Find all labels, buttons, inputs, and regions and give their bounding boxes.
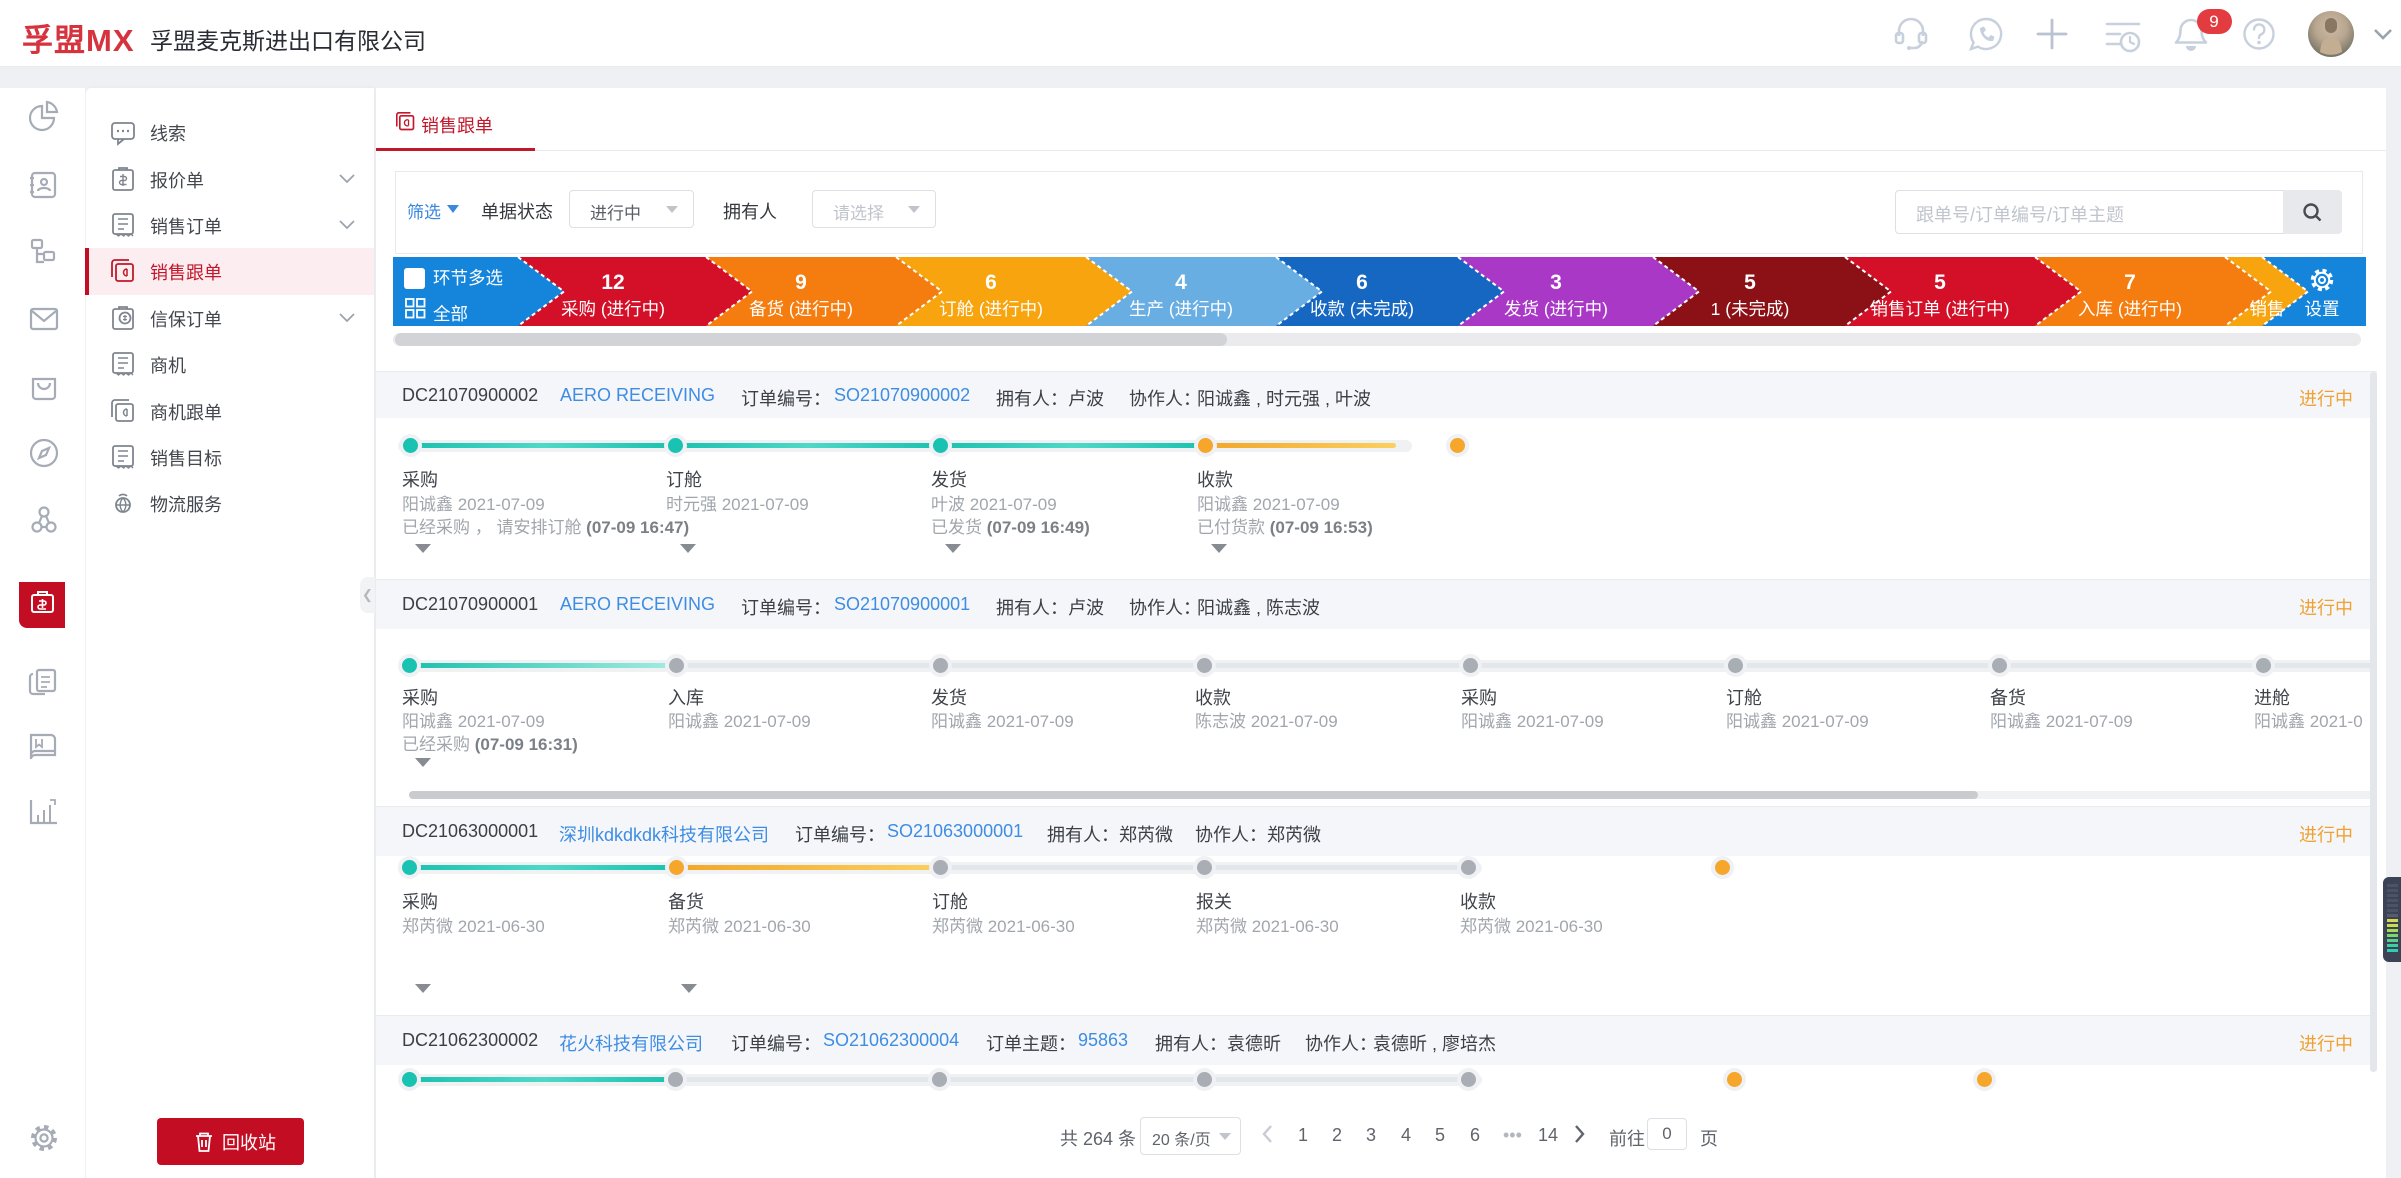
svg-text:收款 (未完成): 收款 (未完成) bbox=[1310, 299, 1414, 319]
svg-text:入库 (进行中): 入库 (进行中) bbox=[2078, 299, 2182, 319]
svg-text:订舱 (进行中): 订舱 (进行中) bbox=[939, 299, 1043, 319]
svg-text:3: 3 bbox=[1550, 271, 1562, 294]
svg-text:生产 (进行中): 生产 (进行中) bbox=[1129, 299, 1233, 319]
svg-text:7: 7 bbox=[2124, 271, 2136, 294]
svg-text:全部: 全部 bbox=[433, 304, 468, 324]
svg-text:备货 (进行中): 备货 (进行中) bbox=[749, 299, 853, 319]
svg-text:4: 4 bbox=[1175, 271, 1187, 294]
svg-text:6: 6 bbox=[985, 271, 997, 294]
svg-text:1 (未完成): 1 (未完成) bbox=[1711, 299, 1790, 319]
svg-text:9: 9 bbox=[2209, 12, 2218, 31]
svg-text:12: 12 bbox=[601, 271, 624, 294]
svg-text:5: 5 bbox=[1934, 271, 1946, 294]
svg-text:采购 (进行中): 采购 (进行中) bbox=[561, 299, 665, 319]
svg-text:5: 5 bbox=[1744, 271, 1756, 294]
svg-text:环节多选: 环节多选 bbox=[433, 268, 503, 288]
svg-text:设置: 设置 bbox=[2305, 299, 2340, 319]
svg-text:9: 9 bbox=[795, 271, 807, 294]
svg-text:销售: 销售 bbox=[2250, 299, 2285, 319]
svg-text:6: 6 bbox=[1356, 271, 1368, 294]
svg-text:销售订单 (进行中): 销售订单 (进行中) bbox=[1870, 299, 2009, 319]
svg-text:发货 (进行中): 发货 (进行中) bbox=[1504, 299, 1608, 319]
